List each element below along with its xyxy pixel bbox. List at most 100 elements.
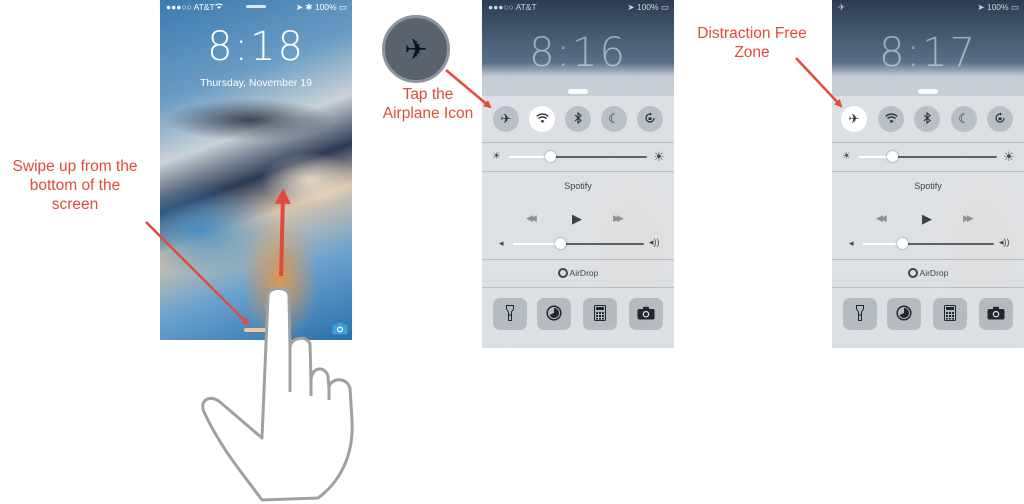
airplane-toggle[interactable]: ✈ [841, 106, 867, 132]
volume-high-icon: ◂)) [649, 237, 660, 247]
camera-button[interactable] [629, 298, 663, 330]
separator [482, 142, 674, 143]
camera-button[interactable] [979, 298, 1013, 330]
battery-area: ➤ ✱ 100% ▭ [295, 2, 347, 12]
airplane-icon: ✈ [500, 111, 512, 126]
airdrop-label: AirDrop [919, 268, 949, 278]
play-button[interactable]: ▶ [572, 211, 582, 227]
separator [482, 171, 674, 172]
annotation-line: screen [51, 196, 99, 213]
separator [832, 287, 1024, 288]
rotation-lock-icon [644, 112, 656, 127]
rotation-lock-icon [994, 112, 1006, 127]
airdrop-icon [907, 268, 918, 278]
brightness-low-icon: ☀ [842, 151, 851, 162]
status-bar: ✈ ➤ 100% ▭ [832, 0, 1024, 14]
lock-clock: 8:18 [207, 24, 305, 70]
timer-icon [896, 304, 912, 324]
volume-high-icon: ◂)) [999, 237, 1010, 247]
volume-knob[interactable] [555, 238, 566, 249]
wifi-toggle[interactable] [878, 106, 904, 132]
control-center-before: ●●●○○ AT&T ➤ 100% ▭ 8:16 ✈ ☾ ☀ ☀ Spotify… [482, 0, 674, 348]
lock-screen[interactable]: ●●●○○ AT&T ➤ ✱ 100% ▭ 8:18 Thursday, Nov… [160, 0, 352, 340]
brightness-knob[interactable] [545, 151, 556, 162]
moon-icon: ☾ [958, 111, 970, 126]
brightness-low-icon: ☀ [492, 151, 501, 162]
wifi-icon [214, 1, 224, 12]
control-center-after: ✈ ➤ 100% ▭ 8:17 ✈ ☾ ☀ ☀ Spotify ◀◀ ▶ ▶▶ … [832, 0, 1024, 348]
flashlight-button[interactable] [843, 298, 877, 330]
flashlight-icon [506, 304, 514, 324]
brightness-knob[interactable] [887, 151, 898, 162]
carrier-label: ●●●○○ AT&T [166, 2, 215, 12]
separator [832, 142, 1024, 143]
camera-icon [987, 306, 1005, 323]
rotation-lock-toggle[interactable] [987, 106, 1013, 132]
wifi-icon [884, 112, 898, 127]
status-bar: ●●●○○ AT&T ➤ ✱ 100% ▭ [160, 0, 352, 14]
calculator-icon [594, 304, 606, 324]
fast-forward-button[interactable]: ▶▶ [963, 213, 974, 224]
flashlight-button[interactable] [493, 298, 527, 330]
airdrop-button[interactable]: AirDrop [832, 268, 1024, 278]
annotation-swipe: Swipe up from the bottom of the screen [0, 157, 150, 214]
bluetooth-toggle[interactable] [914, 106, 940, 132]
cc-grabber[interactable] [568, 89, 588, 94]
airdrop-label: AirDrop [569, 268, 599, 278]
brightness-fill [509, 156, 550, 158]
wifi-icon [535, 112, 549, 127]
airdrop-icon [557, 268, 568, 278]
timer-icon [546, 304, 562, 324]
camera-icon [637, 306, 655, 323]
camera-icon[interactable] [332, 322, 348, 335]
cc-grabber[interactable] [918, 89, 938, 94]
carrier-label: ●●●○○ AT&T [488, 2, 537, 12]
airplane-magnified-icon: ✈ [382, 15, 450, 83]
brightness-high-icon: ☀ [1003, 149, 1015, 164]
bluetooth-icon [923, 111, 931, 127]
volume-knob[interactable] [897, 238, 908, 249]
bottom-grabber[interactable] [244, 328, 268, 332]
cc-clock: 8:16 [529, 30, 627, 76]
brightness-high-icon: ☀ [653, 149, 665, 164]
rewind-button[interactable]: ◀◀ [526, 213, 537, 224]
status-bar: ●●●○○ AT&T ➤ 100% ▭ [482, 0, 674, 14]
battery-label: 100% [636, 2, 659, 12]
calculator-icon [944, 304, 956, 324]
rewind-button[interactable]: ◀◀ [876, 213, 887, 224]
now-playing-label: Spotify [564, 181, 592, 191]
fast-forward-button[interactable]: ▶▶ [613, 213, 624, 224]
annotation-zone: Distraction Free Zone [682, 24, 822, 62]
timer-button[interactable] [537, 298, 571, 330]
annotation-line: Swipe up from the [12, 158, 138, 175]
bluetooth-icon [574, 111, 582, 127]
battery-label: 100% [986, 2, 1009, 12]
battery-label: 100% [314, 2, 337, 12]
wifi-toggle[interactable] [529, 106, 555, 132]
flashlight-icon [856, 304, 864, 324]
rotation-lock-toggle[interactable] [637, 106, 663, 132]
do-not-disturb-toggle[interactable]: ☾ [951, 106, 977, 132]
bluetooth-toggle[interactable] [565, 106, 591, 132]
annotation-line: Distraction Free [697, 25, 807, 42]
battery-area: ➤ 100% ▭ [977, 2, 1019, 12]
separator [482, 259, 674, 260]
carrier-label: ✈ [838, 2, 846, 12]
timer-button[interactable] [887, 298, 921, 330]
annotation-line: Zone [734, 44, 770, 61]
volume-low-icon: ◂ [849, 238, 854, 248]
play-button[interactable]: ▶ [922, 211, 932, 227]
top-grabber [246, 5, 266, 8]
now-playing-label: Spotify [914, 181, 942, 191]
annotation-line: Tap the [402, 86, 454, 103]
do-not-disturb-toggle[interactable]: ☾ [601, 106, 627, 132]
cc-clock: 8:17 [879, 30, 977, 76]
calculator-button[interactable] [933, 298, 967, 330]
annotation-line: Airplane Icon [382, 105, 474, 122]
moon-icon: ☾ [608, 111, 620, 126]
airdrop-button[interactable]: AirDrop [482, 268, 674, 278]
calculator-button[interactable] [583, 298, 617, 330]
airplane-toggle[interactable]: ✈ [493, 106, 519, 132]
separator [832, 171, 1024, 172]
battery-area: ➤ 100% ▭ [627, 2, 669, 12]
